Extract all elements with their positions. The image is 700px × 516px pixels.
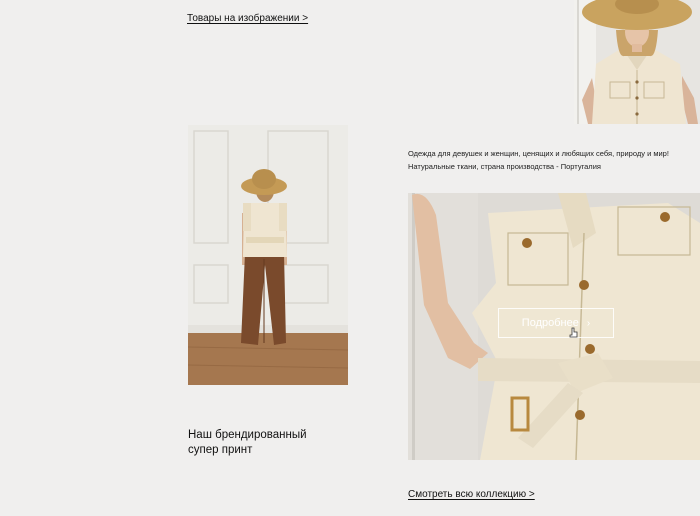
collection-description: Одежда для девушек и женщин, ценящих и л…	[408, 149, 669, 171]
top-right-product-photo[interactable]	[574, 0, 700, 124]
brand-print-heading: Наш брендированный супер принт	[188, 429, 307, 456]
mouse-cursor-icon	[569, 327, 578, 338]
back-view-outfit-photo[interactable]	[188, 125, 348, 385]
view-full-collection-link[interactable]: Смотреть всю коллекцию >	[408, 489, 535, 500]
products-in-image-link[interactable]: Товары на изображении >	[187, 13, 308, 24]
chevron-right-icon: ›	[586, 317, 591, 329]
details-button[interactable]: Подробнее ›	[498, 308, 614, 338]
